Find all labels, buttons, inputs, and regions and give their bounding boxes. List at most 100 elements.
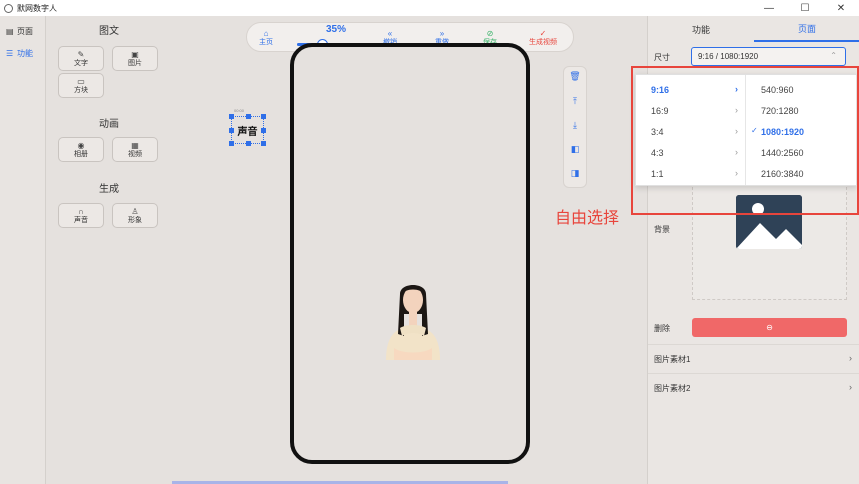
voice-tool-button[interactable]: ∩ 声音	[58, 203, 104, 228]
size-select-value: 9:16 / 1080:1920	[698, 52, 759, 61]
accordion-image-material-1[interactable]: 图片素材1 ›	[648, 344, 859, 373]
tool-label: 相册	[74, 150, 88, 158]
chevron-right-icon: ›	[735, 168, 738, 178]
minimize-button[interactable]: —	[751, 0, 787, 16]
edit-icon: ✎	[77, 49, 85, 59]
resolution-option[interactable]: 720:1280	[746, 100, 856, 121]
chevron-up-icon: ⌃	[830, 51, 837, 60]
size-label: 尺寸	[654, 53, 670, 62]
chevron-right-icon: ›	[849, 382, 852, 392]
title-bar: 默网数字人 — ☐ ✕	[0, 0, 859, 16]
close-button[interactable]: ✕	[823, 0, 859, 16]
voice-text-label: 声音	[237, 126, 258, 138]
annotation-text: 自由选择	[555, 208, 620, 227]
section-title-graphic: 图文	[99, 26, 119, 37]
zoom-level: 35%	[325, 24, 346, 35]
resolution-option[interactable]: 1440:2560	[746, 142, 856, 163]
resize-handle[interactable]	[246, 141, 251, 146]
nav-item-function[interactable]: ☰ 功能	[0, 42, 45, 64]
check-circle-icon: ⊘	[486, 29, 494, 38]
resize-handle[interactable]	[261, 128, 266, 133]
resolution-option-label: 1080:1920	[761, 126, 805, 137]
layer-tools: 🗑 ⤒ ⤓ ◧ ◨	[563, 66, 587, 188]
trash-icon[interactable]: 🗑	[564, 71, 586, 82]
image-placeholder-icon	[736, 195, 802, 249]
ratio-column: 9:16 › 16:9 › 3:4 › 4:3 › 1:1 ›	[636, 75, 746, 185]
album-tool-button[interactable]: ◉ 相册	[58, 137, 104, 162]
ratio-option[interactable]: 4:3 ›	[636, 142, 746, 163]
accordion-label: 图片素材1	[654, 354, 691, 364]
tool-label: 文字	[74, 59, 88, 67]
resolution-option[interactable]: 540:960	[746, 79, 856, 100]
image-icon: ▣	[131, 49, 139, 59]
resolution-option-label: 540:960	[761, 84, 794, 95]
home-button[interactable]: ⌂ 主页	[259, 23, 273, 53]
image-tool-button[interactable]: ▣ 图片	[112, 46, 158, 71]
send-to-bottom-icon[interactable]: ⤓	[564, 120, 586, 131]
person-icon: ♙	[131, 206, 139, 216]
ratio-option-label: 3:4	[651, 126, 664, 137]
ratio-option[interactable]: 3:4 ›	[636, 121, 746, 142]
undo-icon: «	[387, 29, 393, 38]
tool-panel: 图文 ✎ 文字 ▣ 图片 ▭ 方块 动画 ◉ 相册 ▦ 视频 生成 ∩ 声音 ♙…	[47, 16, 171, 484]
page-icon: ▤	[6, 26, 14, 36]
voice-text-element[interactable]: 声音	[229, 114, 266, 146]
ratio-option[interactable]: 1:1 ›	[636, 163, 746, 184]
resolution-option[interactable]: ✓ 1080:1920	[746, 121, 856, 142]
home-label: 主页	[259, 39, 273, 46]
ratio-option[interactable]: 9:16 ›	[636, 79, 746, 100]
block-tool-button[interactable]: ▭ 方块	[58, 73, 104, 98]
nav-item-label: 页面	[17, 26, 33, 36]
delete-button[interactable]: ⊖	[692, 318, 847, 337]
ratio-option-label: 9:16	[651, 84, 670, 95]
background-label: 背景	[654, 225, 670, 234]
window-title: 默网数字人	[17, 3, 57, 13]
resize-handle[interactable]	[246, 114, 251, 119]
send-backward-icon[interactable]: ◨	[564, 168, 586, 179]
nav-item-label: 功能	[17, 48, 33, 58]
camera-icon: ◉	[77, 140, 85, 150]
phone-preview-frame[interactable]	[290, 43, 530, 464]
app-logo-icon	[4, 3, 13, 13]
tool-label: 方块	[74, 86, 88, 94]
resize-handle[interactable]	[229, 114, 234, 119]
text-tool-button[interactable]: ✎ 文字	[58, 46, 104, 71]
digital-human-figure[interactable]	[380, 278, 446, 360]
accordion-image-material-2[interactable]: 图片素材2 ›	[648, 373, 859, 402]
resize-handle[interactable]	[261, 114, 266, 119]
accordion-label: 图片素材2	[654, 383, 691, 393]
resize-handle[interactable]	[229, 128, 234, 133]
generate-video-label: 生成视频	[529, 39, 557, 46]
resolution-option[interactable]: 2160:3840	[746, 163, 856, 184]
editor-canvas[interactable]: ⌂ 主页 35% « 撤销 » 重做 ⊘ 保存 ✓ 生成视频	[172, 16, 646, 484]
generate-video-button[interactable]: ✓ 生成视频	[529, 23, 557, 53]
tab-page[interactable]: 页面	[754, 16, 859, 42]
element-timestamp: 00:00	[234, 108, 245, 113]
window-controls: — ☐ ✕	[751, 0, 859, 16]
resize-handle[interactable]	[261, 141, 266, 146]
tool-label: 声音	[74, 216, 88, 224]
maximize-button[interactable]: ☐	[787, 0, 823, 16]
tool-label: 图片	[128, 59, 142, 67]
redo-icon: »	[439, 29, 445, 38]
chevron-right-icon: ›	[735, 126, 738, 136]
ratio-option-label: 16:9	[651, 105, 669, 116]
resize-handle[interactable]	[229, 141, 234, 146]
check-icon: ✓	[539, 29, 547, 38]
avatar-tool-button[interactable]: ♙ 形象	[112, 203, 158, 228]
size-cascader-dropdown: 9:16 › 16:9 › 3:4 › 4:3 › 1:1 › 540:960 …	[635, 74, 857, 186]
chevron-right-icon: ›	[735, 84, 738, 94]
bring-forward-icon[interactable]: ◧	[564, 144, 586, 155]
resolution-option-label: 2160:3840	[761, 168, 804, 179]
video-tool-button[interactable]: ▦ 视频	[112, 137, 158, 162]
size-select[interactable]: 9:16 / 1080:1920 ⌃	[691, 47, 846, 66]
nav-item-page[interactable]: ▤ 页面	[0, 20, 45, 42]
ratio-option[interactable]: 16:9 ›	[636, 100, 746, 121]
section-title-generate: 生成	[99, 184, 119, 195]
ratio-option-label: 4:3	[651, 147, 664, 158]
section-title-animation: 动画	[99, 119, 119, 130]
tab-function[interactable]: 功能	[648, 16, 754, 42]
check-icon: ✓	[751, 126, 758, 135]
background-upload[interactable]	[692, 182, 847, 300]
bring-to-top-icon[interactable]: ⤒	[564, 96, 586, 107]
